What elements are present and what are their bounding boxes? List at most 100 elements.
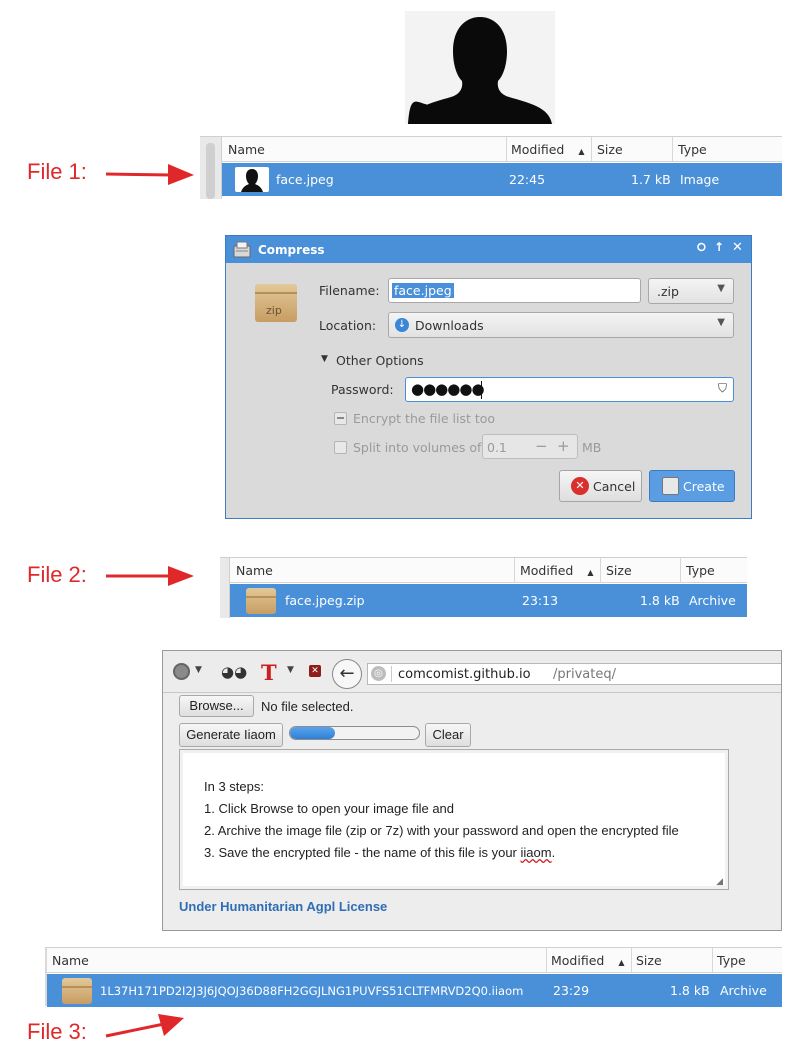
column-size[interactable]: Size [597,142,623,157]
column-modified[interactable]: Modified ▲ [511,142,584,157]
minimize-icon[interactable]: ⭘ [697,241,706,255]
chevron-down-icon[interactable]: ▼ [287,665,294,675]
file-type: Archive [689,593,736,608]
split-size-stepper[interactable]: 0.1 − + [482,434,578,459]
face-silhouette-image [405,11,555,124]
url-bar[interactable]: ◎ comcomist.github.io /privateq/ [367,663,781,685]
column-modified-label: Modified [520,563,574,578]
file2-callout: File 2: [27,562,87,587]
compress-dialog: Compress ⭘ ↑ ✕ zip Filename: face.jpeg .… [225,235,752,519]
file-row[interactable]: face.jpeg.zip 23:13 1.8 kB Archive [230,584,747,617]
no-file-label: No file selected. [261,699,354,714]
license-link[interactable]: Under Humanitarian Agpl License [179,899,387,914]
sidebar-scrollbar[interactable] [200,137,222,199]
file1-callout: File 1: [27,159,87,184]
step-3: 3. Save the encrypted file - the name of… [204,845,555,860]
decrement-icon[interactable]: − [535,437,548,455]
dialog-titlebar[interactable]: Compress ⭘ ↑ ✕ [226,236,751,263]
browse-button[interactable]: Browse... [179,695,254,717]
dialog-title: Compress [258,243,325,257]
create-button[interactable]: Create [649,470,735,502]
back-arrow-icon: ← [339,663,355,684]
column-type[interactable]: Type [686,563,715,578]
file-type: Image [680,172,720,187]
column-header-row: Name Modified ▲ Size Type [230,558,747,583]
file3-callout: File 3: [27,1019,87,1044]
column-type[interactable]: Type [678,142,707,157]
column-size[interactable]: Size [636,953,662,968]
text-tool-icon[interactable]: T [261,660,277,685]
resize-grip-icon[interactable]: ◢ [716,876,723,887]
column-name[interactable]: Name [228,142,265,157]
chevron-down-icon: ▼ [717,317,725,328]
location-combo[interactable]: ↓ Downloads ▼ [388,312,734,338]
encrypt-checkbox[interactable] [334,412,347,425]
browser-window: ▼ ◕◕ T ▼ ✕ ← ◎ comcomist.github.io /priv… [162,650,782,931]
other-options-expander[interactable]: Other Options [336,353,424,368]
close-icon[interactable]: ✕ [732,240,743,255]
back-button[interactable]: ← [332,659,362,689]
file-row[interactable]: 1L37H171PD2I2J3J6JQOJ36D88FH2GGJLNG1PUVF… [47,974,782,1007]
sort-ascending-icon: ▲ [587,568,594,577]
extension-value: .zip [657,284,679,299]
split-checkbox[interactable] [334,441,347,454]
clear-button[interactable]: Clear [425,723,471,747]
block-icon[interactable]: ✕ [309,665,321,677]
password-value: ●●●●●● [411,380,485,398]
shield-icon: ⛉ [717,381,727,395]
filename-value: face.jpeg [392,283,454,298]
globe-icon: ◎ [371,666,386,681]
password-field[interactable]: ●●●●●● ⛉ [405,377,734,402]
package-label: zip [266,304,282,317]
instructions-textarea[interactable]: In 3 steps: 1. Click Browse to open your… [179,749,729,890]
file-modified: 23:13 [522,593,559,608]
column-name[interactable]: Name [236,563,273,578]
split-value: 0.1 [487,440,507,455]
column-name[interactable]: Name [52,953,89,968]
sort-ascending-icon: ▲ [578,147,585,156]
privacy-addon-icon[interactable] [173,663,190,680]
mask-icon[interactable]: ◕◕ [221,663,247,681]
column-header-row: Name Modified ▲ Size Type [47,948,782,973]
download-icon: ↓ [395,318,409,332]
arrow-up-right-icon [105,1014,184,1038]
archive-icon [662,477,679,495]
filename-field[interactable]: face.jpeg [388,278,641,303]
step-3-tail: . [551,845,556,860]
increment-icon[interactable]: + [557,437,570,455]
column-size[interactable]: Size [606,563,632,578]
create-label: Create [683,479,725,494]
split-unit: MB [582,440,602,455]
location-value: Downloads [415,318,484,333]
column-modified[interactable]: Modified ▲ [551,953,624,968]
chevron-down-icon[interactable]: ▼ [195,665,202,675]
column-modified[interactable]: Modified ▲ [520,563,593,578]
step-2: 2. Archive the image file (zip or 7z) wi… [204,823,679,838]
column-header-row: Name Modified ▲ Size Type [222,137,782,162]
expander-icon[interactable]: ▼ [321,354,328,364]
file-size: 1.8 kB [670,983,710,998]
file-row[interactable]: face.jpeg 22:45 1.7 kB Image [222,163,782,196]
cancel-label: Cancel [593,479,636,494]
arrow-right-icon [105,164,194,185]
extension-combo[interactable]: .zip ▼ [648,278,734,304]
cancel-icon: ✕ [571,477,589,495]
column-modified-label: Modified [551,953,605,968]
password-label: Password: [331,382,394,397]
browser-toolbar: ▼ ◕◕ T ▼ ✕ ← ◎ comcomist.github.io /priv… [163,651,781,693]
step-1: 1. Click Browse to open your image file … [204,801,455,816]
column-type[interactable]: Type [717,953,746,968]
file-modified: 22:45 [509,172,546,187]
file-list-1: Name Modified ▲ Size Type face.jpeg 22:4… [200,136,782,199]
filename-label: Filename: [319,283,380,298]
file-name: face.jpeg [276,172,334,187]
maximize-icon[interactable]: ↑ [714,240,724,254]
cancel-button[interactable]: ✕ Cancel [559,470,642,502]
column-modified-label: Modified [511,142,565,157]
sidebar-scrollbar[interactable] [220,558,230,618]
file-type: Archive [720,983,767,998]
generate-button[interactable]: Generate Iiaom [179,723,283,747]
step-3-word: iiaom [520,845,552,860]
chevron-down-icon: ▼ [717,283,725,294]
arrow-right-icon [106,566,194,586]
